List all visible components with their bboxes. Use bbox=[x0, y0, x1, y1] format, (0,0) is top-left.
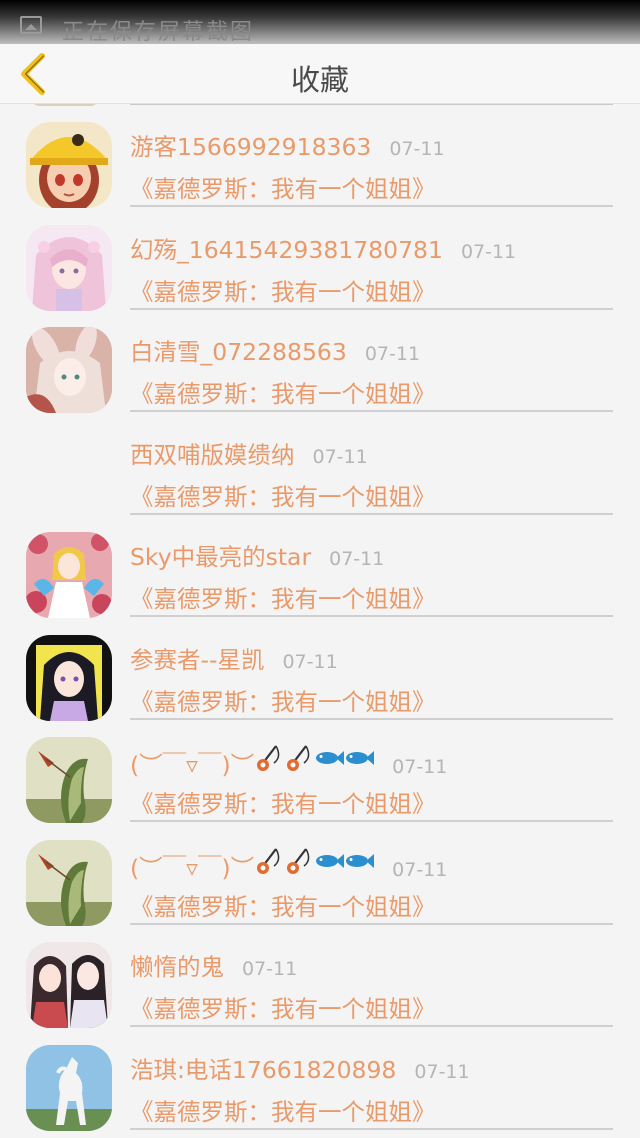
avatar[interactable] bbox=[26, 224, 112, 311]
avatar-pink-girl-icon bbox=[26, 224, 112, 311]
list-item[interactable]: 白清雪_072288563 07-11 《嘉德罗斯：我有一个姐姐》 bbox=[0, 309, 640, 413]
date: 07-11 bbox=[282, 650, 338, 673]
avatar-white-horse-icon bbox=[26, 1044, 112, 1131]
fishing-pole-icon bbox=[287, 745, 310, 771]
avatar-bass-fish-icon bbox=[26, 839, 112, 926]
date: 07-11 bbox=[392, 756, 448, 778]
divider bbox=[130, 1127, 613, 1130]
book-title[interactable]: 《嘉德罗斯：我有一个姐姐》 bbox=[130, 580, 436, 614]
book-title[interactable]: 《嘉德罗斯：我有一个姐姐》 bbox=[130, 273, 436, 307]
avatar-cap-boy-icon bbox=[26, 122, 112, 208]
status-notification-text: 正在保存屏幕截图 bbox=[62, 20, 255, 44]
fish-icon bbox=[346, 853, 375, 868]
book-title[interactable]: 《嘉德罗斯：我有一个姐姐》 bbox=[130, 1093, 436, 1127]
date: 07-11 bbox=[460, 240, 517, 263]
avatar[interactable] bbox=[26, 122, 112, 208]
username: 游客1566992918363 bbox=[130, 133, 372, 161]
avatar[interactable] bbox=[26, 327, 112, 413]
fish-icon bbox=[316, 751, 345, 765]
date: 07-11 bbox=[389, 138, 445, 160]
username: 幻殇_16415429381780781 bbox=[130, 235, 443, 264]
avatar-bass-fish-icon bbox=[26, 737, 112, 823]
username: 西双哺版嫫缋纳 bbox=[130, 440, 295, 469]
avatar-flower-girl-icon bbox=[26, 532, 112, 618]
book-title[interactable]: 《嘉德罗斯：我有一个姐姐》 bbox=[130, 478, 436, 512]
page-title: 收藏 bbox=[290, 63, 349, 97]
book-title[interactable]: 《嘉德罗斯：我有一个姐姐》 bbox=[130, 375, 436, 409]
date: 07-11 bbox=[312, 445, 368, 468]
book-title[interactable]: 《嘉德罗斯：我有一个姐姐》 bbox=[130, 888, 436, 922]
list-item[interactable]: 幻殇_16415429381780781 07-11 《嘉德罗斯：我有一个姐姐》 bbox=[0, 207, 640, 311]
avatar[interactable] bbox=[26, 532, 112, 618]
list-item[interactable]: (︶￣▿￣)︶ 07-11 《嘉德罗斯：我有一个姐姐》 bbox=[0, 719, 640, 823]
date: 07-11 bbox=[414, 1060, 470, 1083]
username: 懒惰的鬼 bbox=[130, 953, 224, 981]
favorites-list[interactable]: 游客1566992918363 07-11 《嘉德罗斯：我有一个姐姐》 幻殇_1… bbox=[0, 104, 640, 1138]
avatar[interactable] bbox=[26, 737, 112, 823]
fish-icon bbox=[316, 853, 345, 868]
list-item[interactable]: 懒惰的鬼 07-11 《嘉德罗斯：我有一个姐姐》 bbox=[0, 924, 640, 1028]
list-item[interactable]: 游客1566992918363 07-11 《嘉德罗斯：我有一个姐姐》 bbox=[0, 104, 640, 208]
emoji-group bbox=[254, 846, 375, 876]
avatar[interactable] bbox=[26, 839, 112, 926]
fishing-pole-icon bbox=[257, 745, 280, 771]
book-title[interactable]: 《嘉德罗斯：我有一个姐姐》 bbox=[130, 170, 436, 204]
list-item[interactable]: Sky中最亮的star 07-11 《嘉德罗斯：我有一个姐姐》 bbox=[0, 514, 640, 618]
avatar-rabbit-girl-icon bbox=[26, 327, 112, 413]
emoji-group bbox=[254, 743, 375, 773]
list-item[interactable]: 浩琪:电话17661820898 07-11 《嘉德罗斯：我有一个姐姐》 bbox=[0, 1027, 640, 1131]
date: 07-11 bbox=[242, 958, 298, 980]
list-item[interactable]: 参赛者--星凯 07-11 《嘉德罗斯：我有一个姐姐》 bbox=[0, 617, 640, 721]
date: 07-11 bbox=[392, 858, 448, 881]
fishing-pole-icon bbox=[257, 847, 280, 874]
list-item[interactable]: (︶￣▿￣)︶ 07-11 《嘉德罗斯：我有一个姐姐》 bbox=[0, 822, 640, 926]
avatar-dark-hair-girl-icon bbox=[26, 634, 112, 721]
avatar[interactable] bbox=[26, 634, 112, 721]
top-bar: 收藏 bbox=[0, 44, 640, 104]
book-title[interactable]: 《嘉德罗斯：我有一个姐姐》 bbox=[130, 990, 436, 1024]
avatar[interactable] bbox=[26, 942, 112, 1028]
avatar[interactable] bbox=[26, 1044, 112, 1131]
book-title[interactable]: 《嘉德罗斯：我有一个姐姐》 bbox=[130, 683, 436, 717]
book-title[interactable]: 《嘉德罗斯：我有一个姐姐》 bbox=[130, 785, 436, 819]
date: 07-11 bbox=[329, 548, 385, 570]
fishing-pole-icon bbox=[287, 847, 310, 874]
list-item[interactable]: 西双哺版嫫缋纳 07-11 《嘉德罗斯：我有一个姐姐》 bbox=[0, 412, 640, 515]
date: 07-11 bbox=[364, 343, 421, 365]
username: 白清雪_072288563 bbox=[130, 338, 347, 366]
username: Sky中最亮的star bbox=[130, 543, 312, 571]
screenshot-icon bbox=[20, 16, 42, 34]
username: (︶￣▿￣)︶ bbox=[130, 751, 255, 779]
status-bar: 正在保存屏幕截图 bbox=[0, 0, 640, 44]
username: 参赛者--星凯 bbox=[130, 645, 265, 674]
fish-icon bbox=[346, 751, 375, 765]
avatar-two-girls-icon bbox=[26, 942, 112, 1028]
username: (︶￣▿￣)︶ bbox=[130, 853, 255, 882]
username: 浩琪:电话17661820898 bbox=[130, 1055, 397, 1084]
